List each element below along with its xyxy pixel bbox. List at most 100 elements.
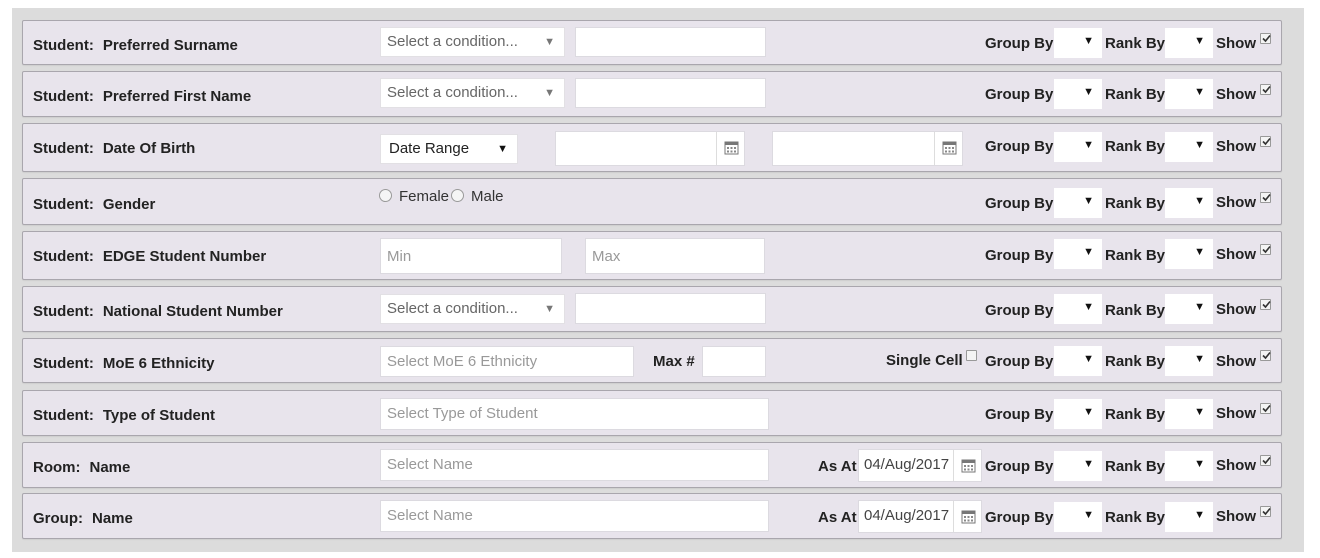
show-checkbox[interactable] bbox=[1260, 244, 1271, 255]
rank-by-select[interactable]: ▼ bbox=[1165, 451, 1213, 481]
as-at-date-input[interactable]: 04/Aug/2017 bbox=[858, 500, 982, 533]
date-range-select[interactable]: Date Range ▼ bbox=[380, 134, 518, 164]
chevron-down-icon: ▼ bbox=[1083, 458, 1094, 470]
condition-select[interactable]: Select a condition... ▼ bbox=[380, 78, 565, 108]
calendar-icon[interactable] bbox=[953, 450, 981, 481]
ethnicity-select[interactable]: Select MoE 6 Ethnicity bbox=[380, 346, 634, 377]
rank-by-label: Rank By bbox=[1105, 138, 1166, 155]
calendar-icon[interactable] bbox=[934, 132, 962, 165]
filter-row-room-name: Room: Name Select Name As At 04/Aug/2017 … bbox=[22, 442, 1282, 488]
rank-by-select[interactable]: ▼ bbox=[1165, 188, 1213, 218]
show-checkbox[interactable] bbox=[1260, 33, 1271, 44]
check-icon bbox=[1262, 193, 1271, 202]
chevron-down-icon: ▼ bbox=[497, 143, 508, 155]
male-radio[interactable] bbox=[451, 189, 464, 202]
rank-by-select[interactable]: ▼ bbox=[1165, 239, 1213, 269]
male-label: Male bbox=[471, 188, 504, 205]
group-by-label: Group By bbox=[985, 302, 1054, 319]
rank-by-label: Rank By bbox=[1105, 247, 1166, 264]
filter-label: Student: Preferred First Name bbox=[33, 88, 252, 105]
chevron-down-icon: ▼ bbox=[1194, 458, 1205, 470]
as-at-date-input[interactable]: 04/Aug/2017 bbox=[858, 449, 982, 482]
group-by-select[interactable]: ▼ bbox=[1054, 28, 1102, 58]
check-icon bbox=[1262, 85, 1271, 94]
rank-by-select[interactable]: ▼ bbox=[1165, 399, 1213, 429]
filter-label: Student: EDGE Student Number bbox=[33, 248, 267, 265]
show-checkbox[interactable] bbox=[1260, 455, 1271, 466]
check-icon bbox=[1262, 34, 1271, 43]
check-icon bbox=[1262, 245, 1271, 254]
rank-by-select[interactable]: ▼ bbox=[1165, 294, 1213, 324]
type-of-student-select[interactable]: Select Type of Student bbox=[380, 398, 769, 430]
group-by-select[interactable]: ▼ bbox=[1054, 399, 1102, 429]
group-by-select[interactable]: ▼ bbox=[1054, 239, 1102, 269]
show-checkbox[interactable] bbox=[1260, 192, 1271, 203]
room-name-select[interactable]: Select Name bbox=[380, 449, 769, 481]
calendar-icon[interactable] bbox=[953, 501, 981, 532]
filter-label: Student: Preferred Surname bbox=[33, 37, 238, 54]
max-count-input[interactable] bbox=[702, 346, 766, 377]
group-by-select[interactable]: ▼ bbox=[1054, 132, 1102, 162]
chevron-down-icon: ▼ bbox=[1083, 406, 1094, 418]
rank-by-select[interactable]: ▼ bbox=[1165, 79, 1213, 109]
rank-by-select[interactable]: ▼ bbox=[1165, 28, 1213, 58]
show-label: Show bbox=[1216, 405, 1256, 422]
show-checkbox[interactable] bbox=[1260, 350, 1271, 361]
min-input[interactable]: Min bbox=[380, 238, 562, 274]
chevron-down-icon: ▼ bbox=[1083, 246, 1094, 258]
filter-row-national-student-number: Student: National Student Number Select a… bbox=[22, 286, 1282, 332]
condition-select[interactable]: Select a condition... ▼ bbox=[380, 27, 565, 57]
group-by-select[interactable]: ▼ bbox=[1054, 294, 1102, 324]
filter-row-type-of-student: Student: Type of Student Select Type of S… bbox=[22, 390, 1282, 436]
check-icon bbox=[1262, 137, 1271, 146]
rank-by-select[interactable]: ▼ bbox=[1165, 502, 1213, 532]
group-name-select[interactable]: Select Name bbox=[380, 500, 769, 532]
date-to-input[interactable] bbox=[772, 131, 963, 166]
show-checkbox[interactable] bbox=[1260, 403, 1271, 414]
rank-by-select[interactable]: ▼ bbox=[1165, 132, 1213, 162]
condition-select[interactable]: Select a condition... ▼ bbox=[380, 294, 565, 324]
show-checkbox[interactable] bbox=[1260, 136, 1271, 147]
show-checkbox[interactable] bbox=[1260, 84, 1271, 95]
show-label: Show bbox=[1216, 353, 1256, 370]
rank-by-select[interactable]: ▼ bbox=[1165, 346, 1213, 376]
group-by-label: Group By bbox=[985, 458, 1054, 475]
chevron-down-icon: ▼ bbox=[1194, 195, 1205, 207]
max-input[interactable]: Max bbox=[585, 238, 765, 274]
group-by-select[interactable]: ▼ bbox=[1054, 79, 1102, 109]
calendar-icon[interactable] bbox=[716, 132, 744, 165]
value-input[interactable] bbox=[575, 293, 766, 324]
chevron-down-icon: ▼ bbox=[1194, 86, 1205, 98]
chevron-down-icon: ▼ bbox=[1083, 139, 1094, 151]
date-from-input[interactable] bbox=[555, 131, 745, 166]
chevron-down-icon: ▼ bbox=[1083, 509, 1094, 521]
show-checkbox[interactable] bbox=[1260, 299, 1271, 310]
chevron-down-icon: ▼ bbox=[1194, 246, 1205, 258]
group-by-select[interactable]: ▼ bbox=[1054, 502, 1102, 532]
single-cell-checkbox[interactable] bbox=[966, 350, 977, 361]
chevron-down-icon: ▼ bbox=[1194, 406, 1205, 418]
show-checkbox[interactable] bbox=[1260, 506, 1271, 517]
group-by-select[interactable]: ▼ bbox=[1054, 346, 1102, 376]
rank-by-label: Rank By bbox=[1105, 86, 1166, 103]
value-input[interactable] bbox=[575, 27, 766, 57]
chevron-down-icon: ▼ bbox=[1194, 353, 1205, 365]
filter-row-moe6-ethnicity: Student: MoE 6 Ethnicity Select MoE 6 Eth… bbox=[22, 338, 1282, 383]
group-by-select[interactable]: ▼ bbox=[1054, 188, 1102, 218]
group-by-label: Group By bbox=[985, 138, 1054, 155]
show-label: Show bbox=[1216, 35, 1256, 52]
rank-by-label: Rank By bbox=[1105, 353, 1166, 370]
chevron-down-icon: ▼ bbox=[1083, 301, 1094, 313]
filter-label: Group: Name bbox=[33, 510, 133, 527]
check-icon bbox=[1262, 507, 1271, 516]
group-by-label: Group By bbox=[985, 509, 1054, 526]
group-by-label: Group By bbox=[985, 86, 1054, 103]
group-by-select[interactable]: ▼ bbox=[1054, 451, 1102, 481]
rank-by-label: Rank By bbox=[1105, 458, 1166, 475]
filter-label: Student: National Student Number bbox=[33, 303, 283, 320]
max-count-label: Max # bbox=[653, 353, 695, 370]
check-icon bbox=[1262, 351, 1271, 360]
rank-by-label: Rank By bbox=[1105, 35, 1166, 52]
value-input[interactable] bbox=[575, 78, 766, 108]
female-radio[interactable] bbox=[379, 189, 392, 202]
